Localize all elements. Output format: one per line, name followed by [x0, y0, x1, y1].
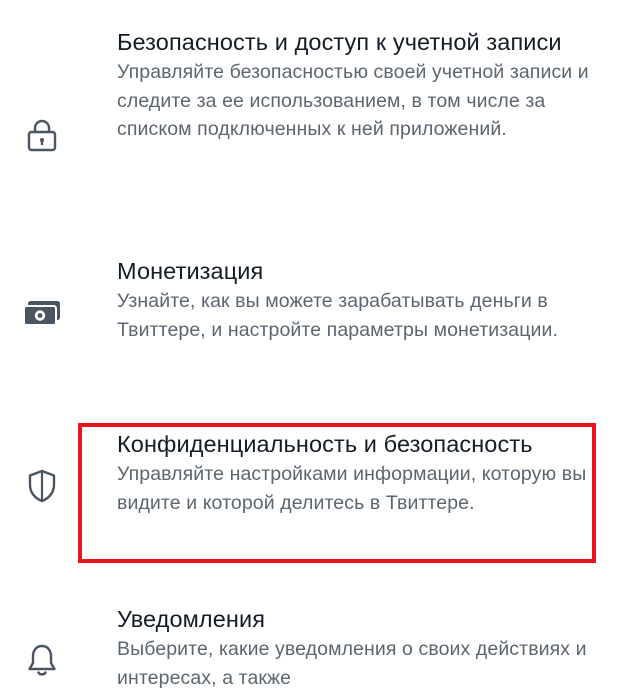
settings-item-title: Конфиденциальность и безопасность [117, 431, 533, 457]
settings-item-text: Безопасность и доступ к учетной записи У… [117, 26, 607, 144]
settings-item-title: Уведомления [117, 606, 266, 632]
money-icon [22, 293, 62, 333]
bell-icon [22, 640, 62, 680]
settings-item-text: Монетизация Узнайте, как вы можете зараб… [117, 255, 607, 344]
settings-item-description: Выберите, какие уведомления о своих дейс… [117, 638, 587, 689]
settings-item-security-and-account-access[interactable]: Безопасность и доступ к учетной записи У… [0, 26, 624, 206]
shield-icon [22, 466, 62, 506]
settings-item-privacy-and-safety[interactable]: Конфиденциальность и безопасность Управл… [0, 424, 624, 564]
lock-icon [22, 116, 62, 156]
settings-item-title: Монетизация [117, 258, 264, 284]
settings-item-monetization[interactable]: Монетизация Узнайте, как вы можете зараб… [0, 255, 624, 375]
settings-item-description: Узнайте, как вы можете зарабатывать день… [117, 290, 558, 341]
settings-item-notifications[interactable]: Уведомления Выберите, какие уведомления … [0, 600, 624, 699]
settings-item-description: Управляйте настройками информации, котор… [117, 463, 587, 514]
settings-item-text: Конфиденциальность и безопасность Управл… [117, 428, 607, 517]
settings-item-title: Безопасность и доступ к учетной записи [117, 29, 562, 55]
settings-item-description: Управляйте безопасностью своей учетной з… [117, 61, 589, 140]
settings-item-text: Уведомления Выберите, какие уведомления … [117, 603, 607, 692]
settings-list: Безопасность и доступ к учетной записи У… [0, 0, 624, 699]
